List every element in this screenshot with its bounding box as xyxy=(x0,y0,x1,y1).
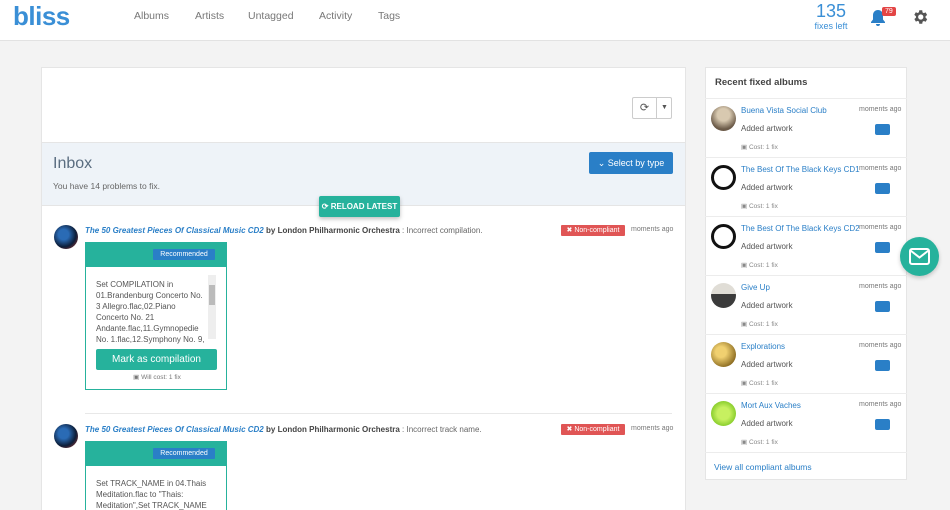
image-icon xyxy=(875,124,890,135)
recent-album-item[interactable]: Explorations moments ago Added artwork ▣… xyxy=(705,334,907,393)
fix-card: Recommended Set TRACK_NAME in 04.Thais M… xyxy=(85,441,227,510)
fix-cost: ▣ Cost: 1 fix xyxy=(741,380,778,387)
fix-cost: ▣ Cost: 1 fix xyxy=(741,262,778,269)
timestamp: moments ago xyxy=(859,283,902,290)
recent-album-item[interactable]: Buena Vista Social Club moments ago Adde… xyxy=(705,98,907,157)
action-text: Added artwork xyxy=(741,360,793,369)
nav-activity[interactable]: Activity xyxy=(319,10,352,22)
chevron-down-icon: ⌄ xyxy=(597,158,606,168)
album-avatar[interactable] xyxy=(54,424,78,448)
notification-badge: 79 xyxy=(882,7,896,16)
mail-fab-button[interactable] xyxy=(900,237,939,276)
timestamp: moments ago xyxy=(631,425,674,432)
fix-text: Set TRACK_NAME in 04.Thais Meditation.fl… xyxy=(96,479,207,510)
image-icon xyxy=(875,301,890,312)
recommended-badge: Recommended xyxy=(153,448,215,459)
album-thumbnail[interactable] xyxy=(711,106,736,131)
album-link[interactable]: The 50 Greatest Pieces Of Classical Musi… xyxy=(85,425,264,434)
refresh-dropdown[interactable]: ⟳ ▼ xyxy=(632,97,672,119)
fixes-label: fixes left xyxy=(814,21,848,31)
gear-icon[interactable] xyxy=(911,8,929,28)
refresh-icon: ⟳ xyxy=(321,202,329,211)
fix-cost: ▣ Cost: 1 fix xyxy=(741,203,778,210)
album-name[interactable]: Buena Vista Social Club xyxy=(741,106,827,115)
nav-albums[interactable]: Albums xyxy=(134,10,169,22)
timestamp: moments ago xyxy=(859,401,902,408)
recent-album-item[interactable]: Give Up moments ago Added artwork ▣ Cost… xyxy=(705,275,907,334)
recent-album-item[interactable]: The Best Of The Black Keys CD1 moments a… xyxy=(705,157,907,216)
divider xyxy=(85,413,672,414)
reload-latest-label: RELOAD LATEST xyxy=(330,202,398,211)
nav-artists[interactable]: Artists xyxy=(195,10,224,22)
scrollbar-thumb[interactable] xyxy=(209,285,215,305)
fix-text-scrollbar[interactable] xyxy=(208,275,216,339)
inbox-title: Inbox xyxy=(53,155,93,172)
timestamp: moments ago xyxy=(859,165,902,172)
album-name[interactable]: The Best Of The Black Keys CD2 xyxy=(741,224,860,233)
timestamp: moments ago xyxy=(859,224,902,231)
inbox-subtitle: You have 14 problems to fix. xyxy=(53,181,160,191)
artist-link[interactable]: London Philharmonic Orchestra xyxy=(278,226,400,235)
action-text: Added artwork xyxy=(741,301,793,310)
recent-album-item[interactable]: The Best Of The Black Keys CD2 moments a… xyxy=(705,216,907,275)
fix-cost: ▣ Cost: 1 fix xyxy=(741,439,778,446)
status-badge: ✖ Non-compliant xyxy=(561,225,625,236)
nav-untagged[interactable]: Untagged xyxy=(248,10,294,22)
image-icon xyxy=(875,242,890,253)
reload-latest-button[interactable]: ⟳ RELOAD LATEST xyxy=(319,196,400,217)
sidebar-title: Recent fixed albums xyxy=(715,77,808,88)
timestamp: moments ago xyxy=(859,106,902,113)
problem-description: The 50 Greatest Pieces Of Classical Musi… xyxy=(85,425,482,434)
by-label: by xyxy=(265,226,276,235)
fixes-count: 135 xyxy=(815,1,847,21)
envelope-icon xyxy=(909,248,930,265)
problem-text: : Incorrect track name. xyxy=(402,425,482,434)
fix-card: Recommended Set COMPILATION in 01.Brande… xyxy=(85,242,227,390)
recent-album-item[interactable]: Mort Aux Vaches moments ago Added artwor… xyxy=(705,393,907,452)
album-name[interactable]: Explorations xyxy=(741,342,785,351)
select-by-type-button[interactable]: ⌄ Select by type xyxy=(589,152,673,174)
action-text: Added artwork xyxy=(741,124,793,133)
caret-down-icon[interactable]: ▼ xyxy=(657,98,672,118)
album-thumbnail[interactable] xyxy=(711,342,736,367)
problem-text: : Incorrect compilation. xyxy=(402,226,483,235)
image-icon xyxy=(875,419,890,430)
album-avatar[interactable] xyxy=(54,225,78,249)
recommended-badge: Recommended xyxy=(153,249,215,260)
select-by-type-label: Select by type xyxy=(607,158,665,168)
album-name[interactable]: The Best Of The Black Keys CD1 xyxy=(741,165,860,174)
fix-cost: ▣ Cost: 1 fix xyxy=(741,321,778,328)
album-name[interactable]: Give Up xyxy=(741,283,770,292)
refresh-icon[interactable]: ⟳ xyxy=(633,98,657,118)
status-badge: ✖ Non-compliant xyxy=(561,424,625,435)
album-thumbnail[interactable] xyxy=(711,401,736,426)
timestamp: moments ago xyxy=(631,226,674,233)
artist-link[interactable]: London Philharmonic Orchestra xyxy=(278,425,400,434)
album-link[interactable]: The 50 Greatest Pieces Of Classical Musi… xyxy=(85,226,264,235)
album-thumbnail[interactable] xyxy=(711,165,736,190)
fixes-left-counter[interactable]: 135 fixes left xyxy=(808,1,854,31)
fix-cost: ▣ Will cost: 1 fix xyxy=(133,374,181,381)
fix-cost: ▣ Cost: 1 fix xyxy=(741,144,778,151)
mark-as-compilation-button[interactable]: Mark as compilation xyxy=(96,349,217,370)
nav-tags[interactable]: Tags xyxy=(378,10,400,22)
fix-card-header: Recommended xyxy=(86,243,226,267)
problem-description: The 50 Greatest Pieces Of Classical Musi… xyxy=(85,226,483,235)
fix-card-header: Recommended xyxy=(86,442,226,466)
image-icon xyxy=(875,360,890,371)
fix-text: Set COMPILATION in 01.Brandenburg Concer… xyxy=(96,280,205,344)
top-navbar: bliss Albums Artists Untagged Activity T… xyxy=(0,0,950,41)
image-icon xyxy=(875,183,890,194)
timestamp: moments ago xyxy=(859,342,902,349)
action-text: Added artwork xyxy=(741,419,793,428)
action-text: Added artwork xyxy=(741,242,793,251)
action-text: Added artwork xyxy=(741,183,793,192)
album-thumbnail[interactable] xyxy=(711,283,736,308)
album-thumbnail[interactable] xyxy=(711,224,736,249)
app-logo[interactable]: bliss xyxy=(13,1,70,32)
view-all-compliant-link[interactable]: View all compliant albums xyxy=(714,462,812,472)
album-name[interactable]: Mort Aux Vaches xyxy=(741,401,801,410)
by-label: by xyxy=(265,425,276,434)
